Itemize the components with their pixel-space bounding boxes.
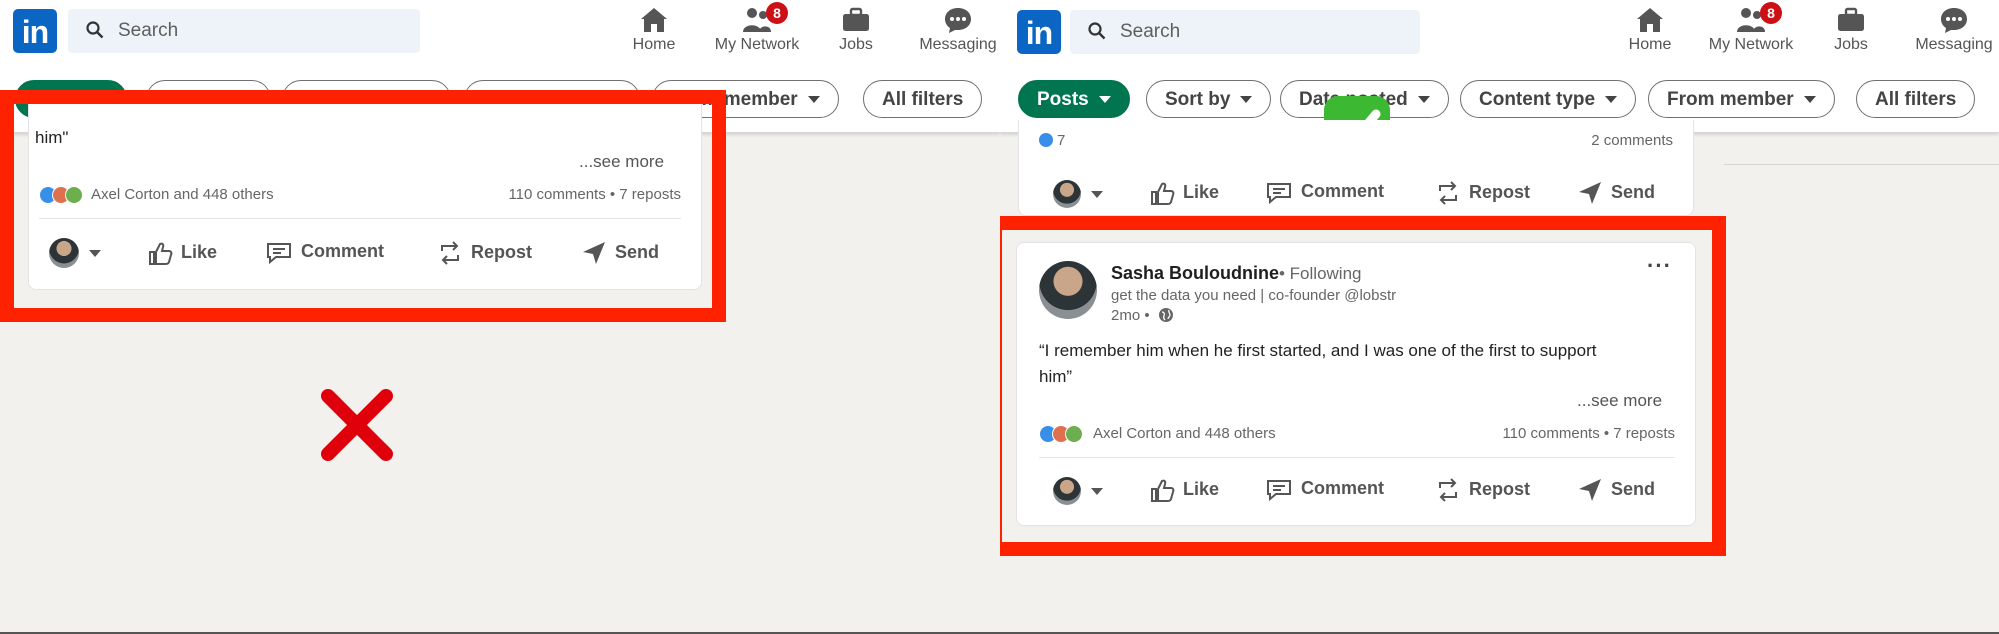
filter-posts-label: Posts	[1037, 89, 1089, 110]
nav-messaging[interactable]: Messaging	[916, 6, 1000, 54]
nav-my-network-label: My Network	[1708, 36, 1794, 53]
right-pane: in Search Home 8 My Network Jobs Messagi…	[1000, 0, 1999, 634]
avatar[interactable]	[1053, 180, 1081, 208]
nav-my-network[interactable]: 8 My Network	[712, 2, 802, 54]
briefcase-icon	[1838, 7, 1864, 31]
network-notification-badge: 8	[766, 2, 788, 24]
top-navbar: in Search Home 8 My Network Jobs Messagi…	[0, 0, 1000, 64]
filter-content-type-label: Content type	[1479, 89, 1596, 110]
highlight-frame-correct	[1000, 216, 1726, 556]
filter-sort-by-label: Sort by	[1165, 89, 1231, 110]
like-reaction-icon	[1039, 133, 1053, 147]
like-button[interactable]: Like	[1149, 180, 1219, 206]
search-input[interactable]: Search	[1070, 10, 1420, 54]
home-icon	[1637, 8, 1663, 32]
filter-posts-chip[interactable]: Posts	[1018, 80, 1130, 118]
reaction-count: 7	[1057, 132, 1066, 149]
highlight-frame-wrong	[0, 90, 726, 322]
repost-label: Repost	[1469, 181, 1531, 202]
previous-reaction-count[interactable]: 7	[1039, 132, 1065, 149]
left-pane: in Search Home 8 My Network Jobs Messagi…	[0, 0, 1000, 634]
network-notification-badge: 8	[1760, 2, 1782, 24]
feed-separator	[1724, 164, 1999, 165]
comment-button[interactable]: Comment	[1265, 180, 1385, 205]
chevron-down-icon	[1605, 96, 1618, 104]
send-button[interactable]: Send	[1577, 180, 1655, 206]
search-placeholder: Search	[1120, 21, 1181, 42]
filter-all-filters-label: All filters	[1875, 89, 1957, 110]
filter-sort-by-chip[interactable]: Sort by	[1146, 80, 1272, 118]
nav-jobs-label: Jobs	[839, 36, 873, 53]
chevron-down-icon	[1803, 96, 1816, 104]
previous-comments[interactable]: 2 comments	[1591, 132, 1673, 149]
nav-jobs-label: Jobs	[1834, 36, 1868, 53]
nav-home-label: Home	[1628, 36, 1672, 53]
nav-messaging-label: Messaging	[1915, 36, 1993, 53]
nav-home-label: Home	[632, 36, 676, 53]
filter-from-member-chip[interactable]: From member	[1648, 80, 1835, 118]
linkedin-logo-icon[interactable]: in	[13, 9, 57, 53]
repost-button[interactable]: Repost	[1435, 180, 1530, 206]
nav-my-network[interactable]: 8 My Network	[1706, 2, 1796, 54]
nav-jobs[interactable]: Jobs	[834, 6, 878, 54]
thumbs-up-icon	[1151, 182, 1175, 205]
chevron-down-icon	[1240, 96, 1253, 104]
send-label: Send	[1611, 181, 1656, 202]
send-icon	[1579, 182, 1601, 204]
messaging-icon	[945, 8, 971, 33]
chevron-down-icon[interactable]	[1091, 191, 1103, 198]
search-placeholder: Search	[118, 20, 179, 41]
filter-all-filters-label: All filters	[882, 89, 964, 110]
filter-all-filters-chip[interactable]: All filters	[1856, 80, 1976, 118]
comment-label: Comment	[1301, 180, 1385, 201]
chevron-down-icon	[1417, 96, 1430, 104]
search-input[interactable]: Search	[68, 9, 420, 53]
filter-from-member-label: From member	[1667, 89, 1794, 110]
nav-home[interactable]: Home	[632, 6, 676, 54]
like-label: Like	[1183, 181, 1220, 202]
nav-home[interactable]: Home	[1628, 6, 1672, 54]
nav-messaging-label: Messaging	[919, 36, 997, 53]
filter-all-filters-chip[interactable]: All filters	[863, 80, 983, 118]
repost-icon	[1439, 181, 1457, 205]
chevron-down-icon	[1098, 96, 1111, 104]
messaging-icon	[1941, 8, 1967, 33]
nav-messaging[interactable]: Messaging	[1912, 6, 1996, 54]
chevron-down-icon	[807, 96, 820, 104]
search-icon	[1088, 22, 1106, 40]
cross-mark-icon	[321, 389, 393, 461]
nav-jobs[interactable]: Jobs	[1829, 6, 1873, 54]
comment-icon	[1267, 183, 1291, 205]
home-icon	[641, 8, 667, 32]
briefcase-icon	[843, 7, 869, 31]
search-icon	[86, 21, 104, 39]
filter-content-type-chip[interactable]: Content type	[1460, 80, 1637, 118]
linkedin-logo-icon[interactable]: in	[1017, 10, 1061, 54]
nav-my-network-label: My Network	[714, 36, 800, 53]
top-navbar: in Search Home 8 My Network Jobs Messagi…	[1000, 0, 1999, 64]
previous-post-card: 7 2 comments Like Comment Repost Send	[1018, 120, 1694, 216]
